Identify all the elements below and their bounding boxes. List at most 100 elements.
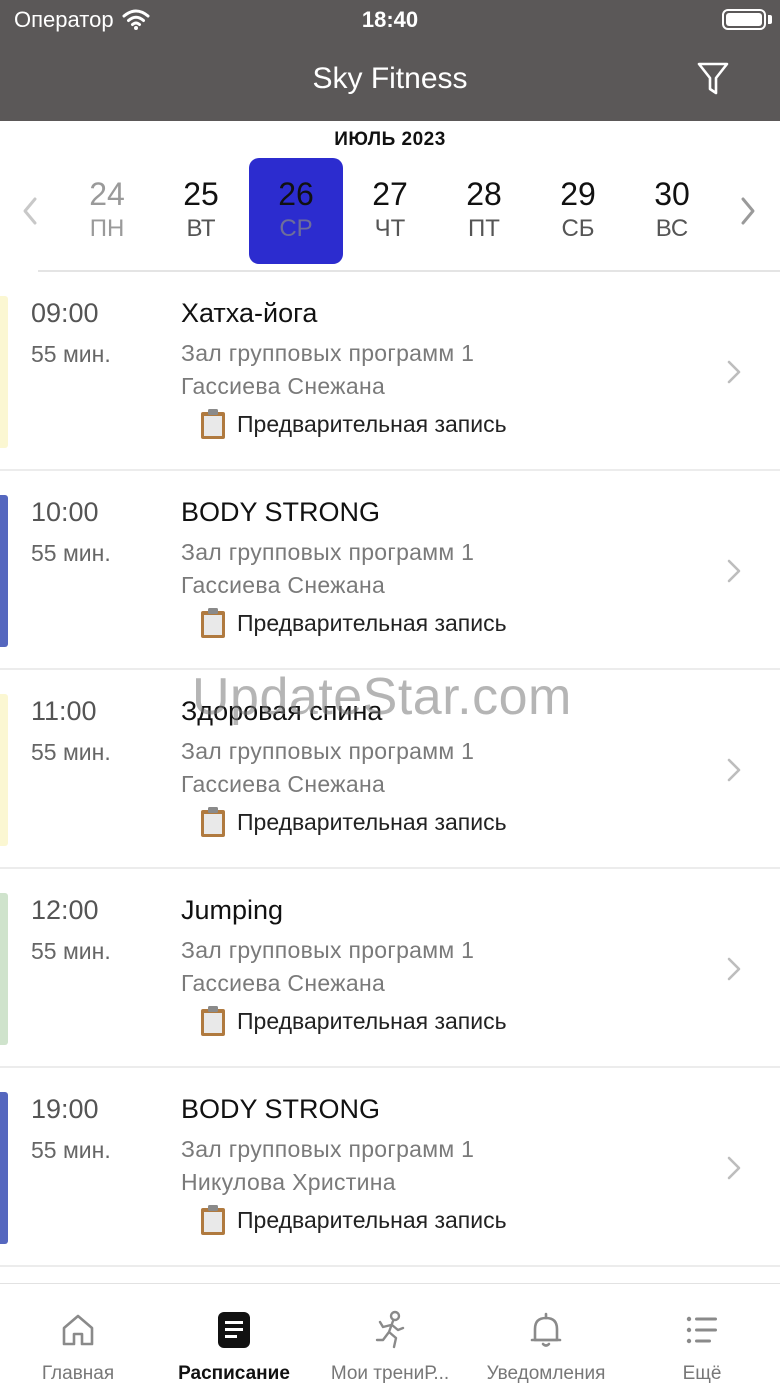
day-26-selected[interactable]: 26 СР (249, 158, 343, 264)
session-row[interactable]: 19:00 55 мин. BODY STRONG Зал групповых … (0, 1068, 780, 1267)
session-duration: 55 мин. (31, 938, 111, 964)
day-weekday: СР (279, 215, 313, 242)
session-hall: Зал групповых программ 1 (181, 937, 475, 963)
app-header: Оператор 18:40 Sky Fitness (0, 0, 780, 121)
day-number: 27 (372, 176, 408, 212)
session-title: BODY STRONG (181, 1094, 381, 1124)
booking-info: Предварительная запись (199, 408, 507, 440)
battery-icon (722, 9, 766, 30)
booking-info: Предварительная запись (199, 1204, 507, 1236)
session-title: Здоровая спина (181, 696, 383, 726)
home-icon (62, 1314, 94, 1346)
day-28[interactable]: 28 ПТ (437, 158, 531, 264)
session-coach: Гассиева Снежана (181, 572, 386, 598)
clipboard-icon (201, 1205, 225, 1235)
session-duration: 55 мин. (31, 540, 111, 566)
session-color-stripe (0, 495, 8, 647)
clipboard-icon (201, 608, 225, 638)
day-24[interactable]: 24 ПН (60, 158, 154, 264)
chevron-right-icon[interactable] (726, 359, 742, 385)
session-row[interactable]: 11:00 55 мин. Здоровая спина Зал группов… (0, 670, 780, 869)
day-number: 25 (183, 176, 219, 212)
tab-home[interactable]: Главная (0, 1284, 156, 1387)
day-29[interactable]: 29 СБ (531, 158, 625, 264)
tab-schedule[interactable]: Расписание (156, 1284, 312, 1387)
session-time: 11:00 (31, 696, 97, 726)
day-number: 29 (560, 176, 596, 212)
filter-icon[interactable] (696, 60, 730, 98)
session-duration: 55 мин. (31, 341, 111, 367)
day-number: 24 (89, 176, 125, 212)
session-color-stripe (0, 1092, 8, 1244)
list-icon (686, 1316, 717, 1344)
tab-label: Мои трениР... (330, 1363, 450, 1384)
session-color-stripe (0, 296, 8, 448)
bell-icon (530, 1312, 562, 1347)
session-duration: 55 мин. (31, 739, 111, 765)
booking-label: Предварительная запись (237, 1007, 507, 1034)
chevron-right-icon[interactable] (726, 757, 742, 783)
booking-info: Предварительная запись (199, 1005, 507, 1037)
status-time: 18:40 (361, 7, 419, 32)
clipboard-icon (201, 807, 225, 837)
chevron-right-icon[interactable] (726, 558, 742, 584)
tab-my-workouts[interactable]: Мои трениР... (312, 1284, 468, 1387)
session-time: 12:00 (31, 895, 99, 925)
chevron-right-icon[interactable] (726, 956, 742, 982)
tab-label: Главная (41, 1363, 115, 1384)
tab-bar: Главная Расписание Мои трениР... Уведомл… (0, 1283, 780, 1387)
session-title: Хатха-йога (181, 298, 318, 328)
day-30[interactable]: 30 ВС (625, 158, 719, 264)
session-title: BODY STRONG (181, 497, 381, 527)
session-row[interactable]: 12:00 55 мин. Jumping Зал групповых прог… (0, 869, 780, 1068)
chevron-right-icon[interactable] (738, 196, 758, 226)
day-number: 28 (466, 176, 502, 212)
booking-label: Предварительная запись (237, 808, 507, 835)
session-coach: Гассиева Снежана (181, 771, 386, 797)
battery-tip (768, 15, 772, 24)
tab-label: Ещё (682, 1363, 722, 1384)
session-coach: Гассиева Снежана (181, 373, 386, 399)
schedule-icon (218, 1312, 250, 1348)
month-label: ИЮЛЬ 2023 (334, 129, 446, 150)
session-hall: Зал групповых программ 1 (181, 738, 475, 764)
session-title: Jumping (181, 895, 284, 925)
session-coach: Гассиева Снежана (181, 970, 386, 996)
session-color-stripe (0, 694, 8, 846)
session-time: 10:00 (31, 497, 99, 527)
booking-label: Предварительная запись (237, 1206, 507, 1233)
session-list: 09:00 55 мин. Хатха-йога Зал групповых п… (0, 272, 780, 1287)
runner-icon (375, 1310, 405, 1349)
day-number: 30 (654, 176, 690, 212)
day-weekday: СБ (561, 215, 595, 242)
session-duration: 55 мин. (31, 1137, 111, 1163)
tab-label: Уведомления (486, 1363, 606, 1384)
week-strip: 24 ПН 25 ВТ 26 СР 27 ЧТ 28 ПТ 29 СБ 30 В… (0, 158, 780, 264)
booking-info: Предварительная запись (199, 607, 507, 639)
day-weekday: ПТ (468, 215, 500, 242)
tab-more[interactable]: Ещё (624, 1284, 780, 1387)
tab-label: Расписание (178, 1363, 290, 1384)
clipboard-icon (201, 409, 225, 439)
session-hall: Зал групповых программ 1 (181, 1136, 475, 1162)
chevron-left-icon[interactable] (20, 196, 40, 226)
session-hall: Зал групповых программ 1 (181, 539, 475, 565)
tab-notifications[interactable]: Уведомления (468, 1284, 624, 1387)
day-number: 26 (278, 176, 314, 212)
chevron-right-icon[interactable] (726, 1155, 742, 1181)
day-weekday: ВТ (186, 215, 216, 242)
session-hall: Зал групповых программ 1 (181, 340, 475, 366)
session-row[interactable]: 09:00 55 мин. Хатха-йога Зал групповых п… (0, 272, 780, 471)
session-row[interactable]: 10:00 55 мин. BODY STRONG Зал групповых … (0, 471, 780, 670)
day-weekday: ВС (655, 215, 689, 242)
session-color-stripe (0, 893, 8, 1045)
session-time: 19:00 (31, 1094, 99, 1124)
day-weekday: ЧТ (374, 215, 406, 242)
booking-label: Предварительная запись (237, 410, 507, 437)
day-27[interactable]: 27 ЧТ (343, 158, 437, 264)
page-title: Sky Fitness (312, 62, 468, 95)
booking-label: Предварительная запись (237, 609, 507, 636)
session-coach: Никулова Христина (181, 1169, 396, 1195)
session-time: 09:00 (31, 298, 99, 328)
day-25[interactable]: 25 ВТ (154, 158, 248, 264)
